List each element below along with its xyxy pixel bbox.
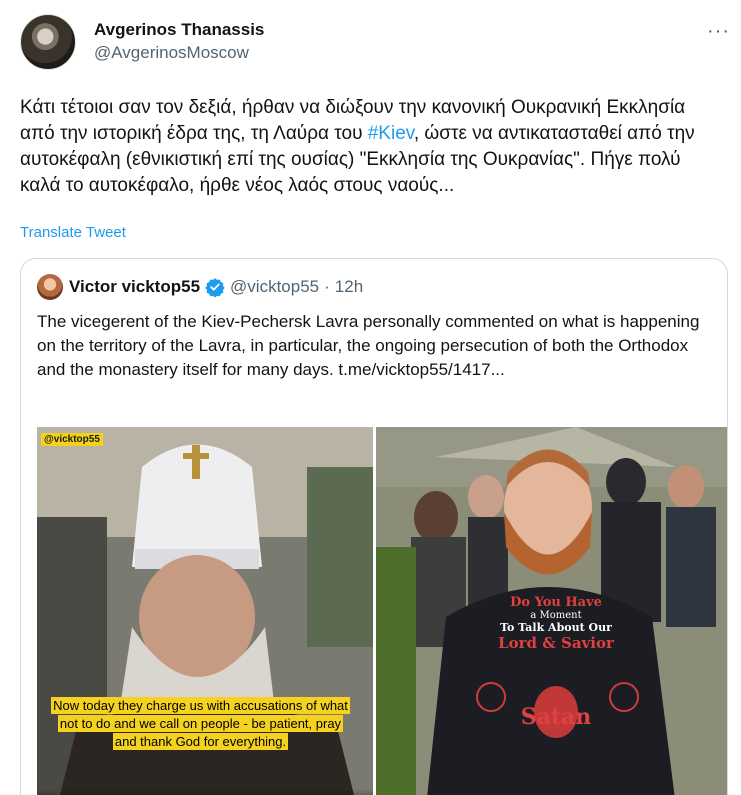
- media-image-crowd[interactable]: Do You Have a Moment To Talk About Our L…: [376, 427, 727, 795]
- shirt-text: Do You Have a Moment To Talk About Our L…: [476, 595, 636, 730]
- shirt-line-3: To Talk About Our: [500, 621, 612, 634]
- media-caption: Now today they charge us with accusation…: [51, 697, 350, 750]
- translate-tweet-link[interactable]: Translate Tweet: [20, 224, 126, 241]
- verified-badge-icon: [205, 278, 225, 297]
- quoted-tweet[interactable]: Victor vicktop55 @vicktop55 · 12h The vi…: [20, 258, 728, 795]
- tweet-header: Avgerinos Thanassis @AvgerinosMoscow ···: [20, 14, 730, 70]
- more-horizontal-icon[interactable]: ···: [707, 20, 730, 43]
- quoted-media[interactable]: @vicktop55 Now today they charge us with…: [37, 427, 727, 795]
- quoted-time[interactable]: 12h: [335, 277, 363, 297]
- shirt-line-1: Do You Have: [510, 595, 602, 610]
- shirt-line-5: Satan: [520, 704, 592, 730]
- quoted-text: The vicegerent of the Kiev-Pechersk Lavr…: [37, 312, 700, 379]
- quoted-display-name: Victor vicktop55: [69, 277, 201, 296]
- media-watermark: @vicktop55: [41, 433, 103, 446]
- quoted-separator: ·: [324, 277, 330, 296]
- author-avatar[interactable]: [20, 14, 76, 70]
- quoted-header: Victor vicktop55 @vicktop55 · 12h: [37, 274, 363, 300]
- quoted-handle: @vicktop55: [230, 277, 320, 296]
- tweet-text: Κάτι τέτοιοι σαν τον δεξιά, ήρθαν να διώ…: [20, 95, 720, 199]
- quoted-avatar: [37, 274, 63, 300]
- hashtag-link[interactable]: #Kiev: [368, 123, 414, 144]
- author-handle[interactable]: @AvgerinosMoscow: [94, 42, 264, 64]
- shirt-line-4: Lord & Savior: [498, 634, 614, 652]
- media-image-priest[interactable]: @vicktop55 Now today they charge us with…: [37, 427, 373, 795]
- shirt-line-2: a Moment: [530, 610, 582, 621]
- author-display-name[interactable]: Avgerinos Thanassis: [94, 20, 264, 40]
- author-names: Avgerinos Thanassis @AvgerinosMoscow: [94, 20, 264, 64]
- video-control-bar[interactable]: [37, 789, 373, 795]
